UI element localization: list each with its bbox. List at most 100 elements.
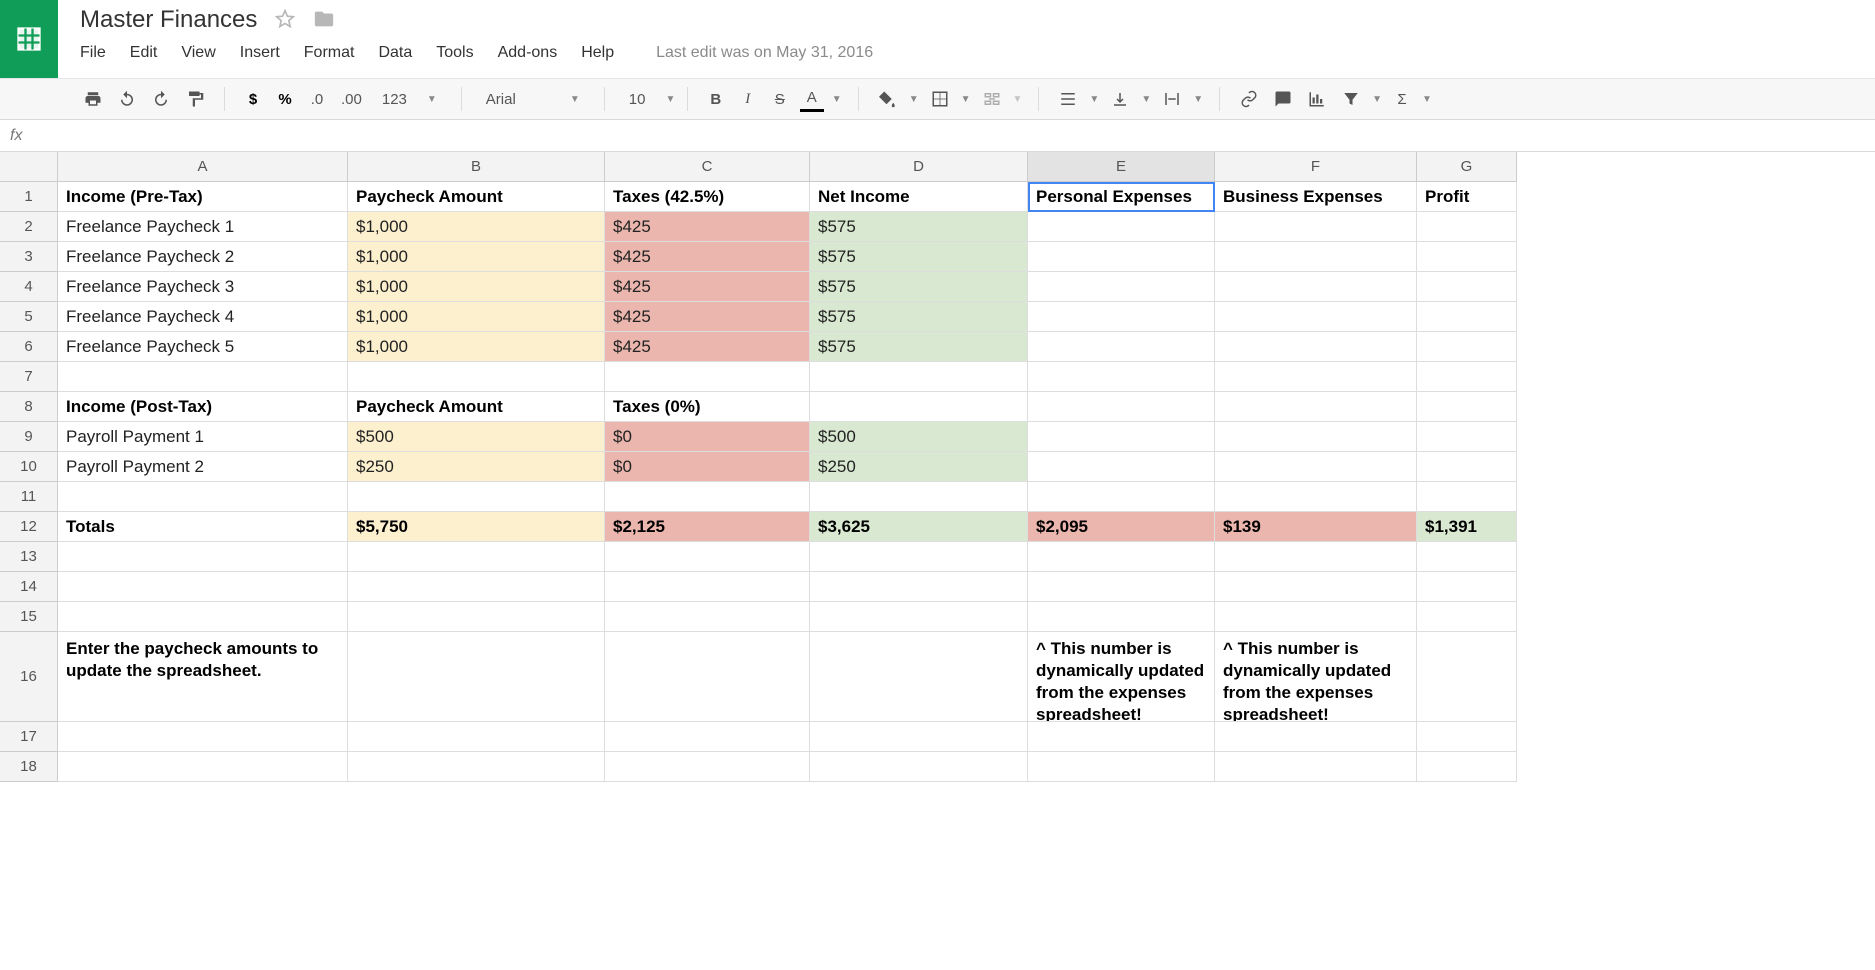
cell-D7[interactable] [810, 362, 1028, 392]
h-align-icon[interactable] [1055, 86, 1081, 112]
cell-C13[interactable] [605, 542, 810, 572]
cell-B16[interactable] [348, 632, 605, 722]
cell-G13[interactable] [1417, 542, 1517, 572]
cell-G12[interactable]: $1,391 [1417, 512, 1517, 542]
cell-C17[interactable] [605, 722, 810, 752]
font-family-select[interactable]: Arial▼ [478, 91, 588, 108]
insert-link-icon[interactable] [1236, 86, 1262, 112]
row-header-7[interactable]: 7 [0, 362, 58, 392]
formula-input[interactable] [34, 120, 1865, 151]
cell-E11[interactable] [1028, 482, 1215, 512]
cell-D15[interactable] [810, 602, 1028, 632]
decrease-decimal[interactable]: .0 [305, 86, 329, 112]
cell-D6[interactable]: $575 [810, 332, 1028, 362]
v-align-icon[interactable] [1107, 86, 1133, 112]
cell-G15[interactable] [1417, 602, 1517, 632]
cell-E7[interactable] [1028, 362, 1215, 392]
column-header-G[interactable]: G [1417, 152, 1517, 182]
cell-C15[interactable] [605, 602, 810, 632]
row-header-18[interactable]: 18 [0, 752, 58, 782]
row-header-8[interactable]: 8 [0, 392, 58, 422]
cell-B13[interactable] [348, 542, 605, 572]
cell-E3[interactable] [1028, 242, 1215, 272]
cell-A7[interactable] [58, 362, 348, 392]
cell-G8[interactable] [1417, 392, 1517, 422]
cell-F16[interactable]: ^ This number is dynamically updated fro… [1215, 632, 1417, 722]
cell-D11[interactable] [810, 482, 1028, 512]
cell-E5[interactable] [1028, 302, 1215, 332]
cell-G5[interactable] [1417, 302, 1517, 332]
row-header-15[interactable]: 15 [0, 602, 58, 632]
cell-G14[interactable] [1417, 572, 1517, 602]
cell-F3[interactable] [1215, 242, 1417, 272]
row-header-12[interactable]: 12 [0, 512, 58, 542]
cell-D5[interactable]: $575 [810, 302, 1028, 332]
cell-A12[interactable]: Totals [58, 512, 348, 542]
undo-icon[interactable] [114, 86, 140, 112]
cell-G17[interactable] [1417, 722, 1517, 752]
text-wrap-icon[interactable] [1159, 86, 1185, 112]
cell-E15[interactable] [1028, 602, 1215, 632]
row-header-9[interactable]: 9 [0, 422, 58, 452]
row-header-14[interactable]: 14 [0, 572, 58, 602]
cell-E4[interactable] [1028, 272, 1215, 302]
cell-G6[interactable] [1417, 332, 1517, 362]
cell-B8[interactable]: Paycheck Amount [348, 392, 605, 422]
cell-F15[interactable] [1215, 602, 1417, 632]
cell-A10[interactable]: Payroll Payment 2 [58, 452, 348, 482]
cell-D18[interactable] [810, 752, 1028, 782]
cell-D13[interactable] [810, 542, 1028, 572]
cell-E1[interactable]: Personal Expenses [1028, 182, 1215, 212]
cell-A11[interactable] [58, 482, 348, 512]
functions-button[interactable]: Σ [1390, 86, 1414, 112]
cell-G7[interactable] [1417, 362, 1517, 392]
cell-C9[interactable]: $0 [605, 422, 810, 452]
cell-B1[interactable]: Paycheck Amount [348, 182, 605, 212]
menu-edit[interactable]: Edit [130, 44, 158, 62]
row-header-11[interactable]: 11 [0, 482, 58, 512]
redo-icon[interactable] [148, 86, 174, 112]
cell-E2[interactable] [1028, 212, 1215, 242]
cell-B15[interactable] [348, 602, 605, 632]
cell-F14[interactable] [1215, 572, 1417, 602]
cell-G11[interactable] [1417, 482, 1517, 512]
italic-button[interactable]: I [736, 86, 760, 112]
cell-D17[interactable] [810, 722, 1028, 752]
select-all-corner[interactable] [0, 152, 58, 182]
cell-C6[interactable]: $425 [605, 332, 810, 362]
cell-C18[interactable] [605, 752, 810, 782]
cell-C1[interactable]: Taxes (42.5%) [605, 182, 810, 212]
cell-E8[interactable] [1028, 392, 1215, 422]
cell-A8[interactable]: Income (Post-Tax) [58, 392, 348, 422]
menu-help[interactable]: Help [581, 44, 614, 62]
row-header-17[interactable]: 17 [0, 722, 58, 752]
cell-F1[interactable]: Business Expenses [1215, 182, 1417, 212]
cell-A4[interactable]: Freelance Paycheck 3 [58, 272, 348, 302]
cell-E10[interactable] [1028, 452, 1215, 482]
cell-B14[interactable] [348, 572, 605, 602]
number-format-select[interactable]: 123▼ [374, 91, 445, 108]
cell-F12[interactable]: $139 [1215, 512, 1417, 542]
column-header-B[interactable]: B [348, 152, 605, 182]
text-color-button[interactable]: A [800, 86, 824, 112]
increase-decimal[interactable]: .00 [337, 86, 366, 112]
cell-D16[interactable] [810, 632, 1028, 722]
cell-G16[interactable] [1417, 632, 1517, 722]
spreadsheet-grid[interactable]: ABCDEFG1Income (Pre-Tax)Paycheck AmountT… [0, 152, 1875, 782]
cell-B4[interactable]: $1,000 [348, 272, 605, 302]
menu-addons[interactable]: Add-ons [498, 44, 558, 62]
cell-F11[interactable] [1215, 482, 1417, 512]
cell-B5[interactable]: $1,000 [348, 302, 605, 332]
cell-F6[interactable] [1215, 332, 1417, 362]
row-header-6[interactable]: 6 [0, 332, 58, 362]
cell-E12[interactable]: $2,095 [1028, 512, 1215, 542]
menu-file[interactable]: File [80, 44, 106, 62]
row-header-13[interactable]: 13 [0, 542, 58, 572]
row-header-3[interactable]: 3 [0, 242, 58, 272]
menu-insert[interactable]: Insert [240, 44, 280, 62]
cell-F18[interactable] [1215, 752, 1417, 782]
doc-title[interactable]: Master Finances [80, 6, 257, 34]
cell-C12[interactable]: $2,125 [605, 512, 810, 542]
cell-F4[interactable] [1215, 272, 1417, 302]
merge-cells-icon[interactable] [979, 86, 1005, 112]
